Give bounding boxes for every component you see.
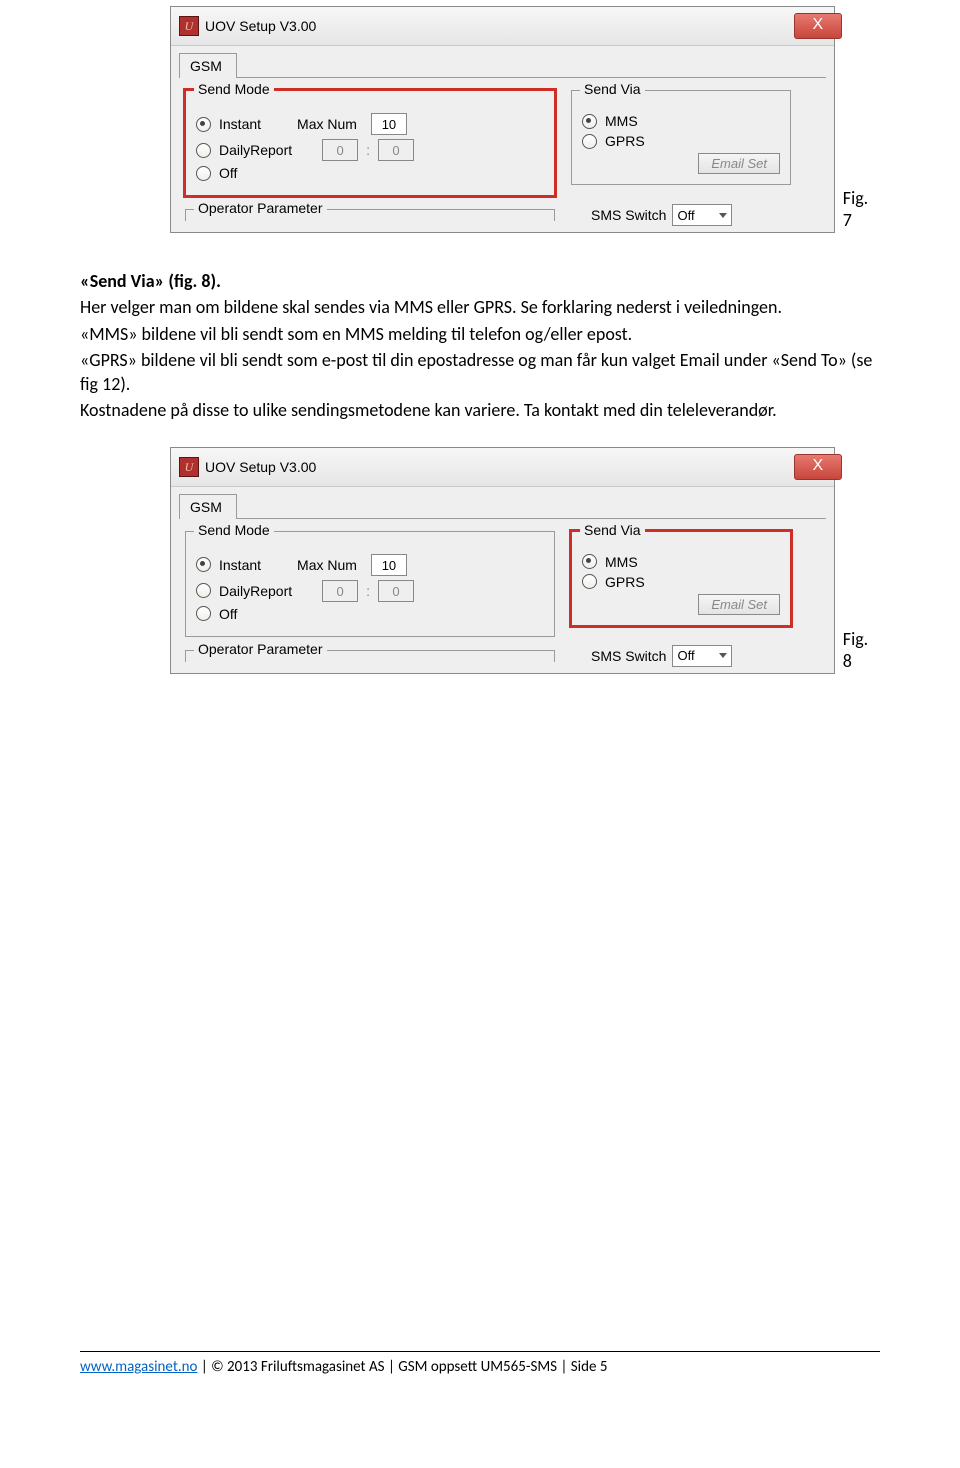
close-button[interactable]: X bbox=[794, 454, 842, 480]
radio-instant-label: Instant bbox=[219, 557, 261, 573]
figure-caption: Fig. 7 bbox=[843, 187, 880, 233]
group-title: Operator Parameter bbox=[194, 641, 327, 657]
footer-rule bbox=[80, 1351, 880, 1352]
section-heading: «Send Via» (fig. 8). bbox=[80, 270, 221, 292]
paragraph: Kostnadene på disse to ulike sendingsmet… bbox=[80, 398, 880, 422]
radio-gprs-label: GPRS bbox=[605, 574, 645, 590]
group-operator-parameter: Operator Parameter bbox=[185, 209, 555, 221]
close-button[interactable]: X bbox=[794, 13, 842, 39]
footer-link[interactable]: www.magasinet.no bbox=[80, 1358, 197, 1376]
daily-hour-input[interactable]: 0 bbox=[322, 139, 358, 161]
group-title: Operator Parameter bbox=[194, 200, 327, 216]
sms-switch-select[interactable]: Off bbox=[672, 204, 732, 226]
maxnum-label: Max Num bbox=[297, 557, 357, 573]
daily-min-input[interactable]: 0 bbox=[378, 580, 414, 602]
daily-hour-input[interactable]: 0 bbox=[322, 580, 358, 602]
window-title: UOV Setup V3.00 bbox=[205, 18, 316, 34]
radio-mms-label: MMS bbox=[605, 113, 638, 129]
window-title: UOV Setup V3.00 bbox=[205, 459, 316, 475]
body-text: «Send Via» (fig. 8). Her velger man om b… bbox=[80, 269, 880, 423]
uov-dialog: U UOV Setup V3.00 X GSM Send Mode Instan… bbox=[170, 6, 835, 233]
figure-8: U UOV Setup V3.00 X GSM Send Mode Instan… bbox=[170, 447, 880, 674]
footer-sep: | bbox=[388, 1358, 395, 1376]
radio-dailyreport-label: DailyReport bbox=[219, 142, 292, 158]
chevron-down-icon bbox=[719, 653, 727, 658]
footer-doc: GSM oppsett UM565-SMS bbox=[398, 1358, 560, 1376]
maxnum-input[interactable]: 10 bbox=[371, 554, 407, 576]
group-send-via: Send Via MMS GPRS Email Set bbox=[571, 531, 791, 626]
group-title: Send Via bbox=[580, 81, 645, 97]
paragraph: Her velger man om bildene skal sendes vi… bbox=[80, 295, 880, 319]
radio-dailyreport-label: DailyReport bbox=[219, 583, 292, 599]
group-title: Send Via bbox=[580, 522, 645, 538]
tab-gsm[interactable]: GSM bbox=[179, 53, 237, 78]
radio-mms[interactable] bbox=[582, 114, 597, 129]
radio-mms-label: MMS bbox=[605, 554, 638, 570]
daily-min-input[interactable]: 0 bbox=[378, 139, 414, 161]
email-set-button[interactable]: Email Set bbox=[698, 594, 780, 615]
sms-switch-value: Off bbox=[677, 208, 694, 223]
page-footer: www.magasinet.no | © 2013 Friluftsmagasi… bbox=[80, 1351, 880, 1376]
group-operator-parameter: Operator Parameter bbox=[185, 650, 555, 662]
radio-instant-label: Instant bbox=[219, 116, 261, 132]
titlebar: U UOV Setup V3.00 X bbox=[171, 448, 834, 487]
paragraph: «GPRS» bildene vil bli sendt som e-post … bbox=[80, 348, 880, 397]
radio-gprs[interactable] bbox=[582, 134, 597, 149]
tab-gsm[interactable]: GSM bbox=[179, 494, 237, 519]
radio-instant[interactable] bbox=[196, 117, 211, 132]
radio-gprs[interactable] bbox=[582, 574, 597, 589]
radio-dailyreport[interactable] bbox=[196, 143, 211, 158]
footer-sep: | bbox=[560, 1358, 567, 1376]
maxnum-label: Max Num bbox=[297, 116, 357, 132]
maxnum-input[interactable]: 10 bbox=[371, 113, 407, 135]
radio-off[interactable] bbox=[196, 606, 211, 621]
footer-page: Side 5 bbox=[571, 1358, 608, 1376]
radio-off-label: Off bbox=[219, 165, 237, 181]
radio-off[interactable] bbox=[196, 166, 211, 181]
group-title: Send Mode bbox=[194, 81, 274, 97]
footer-copyright: © 2013 Friluftsmagasinet AS bbox=[211, 1358, 388, 1376]
sms-switch-label: SMS Switch bbox=[591, 648, 666, 664]
paragraph: «MMS» bildene vil bli sendt som en MMS m… bbox=[80, 322, 880, 346]
figure-caption: Fig. 8 bbox=[843, 628, 880, 674]
uov-dialog: U UOV Setup V3.00 X GSM Send Mode Instan… bbox=[170, 447, 835, 674]
radio-instant[interactable] bbox=[196, 557, 211, 572]
app-icon: U bbox=[179, 457, 199, 477]
group-send-mode: Send Mode Instant Max Num 10 DailyReport bbox=[185, 90, 555, 196]
group-send-mode: Send Mode Instant Max Num 10 DailyReport bbox=[185, 531, 555, 637]
radio-off-label: Off bbox=[219, 606, 237, 622]
sms-switch-select[interactable]: Off bbox=[672, 645, 732, 667]
radio-gprs-label: GPRS bbox=[605, 133, 645, 149]
sms-switch-label: SMS Switch bbox=[591, 207, 666, 223]
radio-dailyreport[interactable] bbox=[196, 583, 211, 598]
app-icon: U bbox=[179, 16, 199, 36]
group-title: Send Mode bbox=[194, 522, 274, 538]
group-send-via: Send Via MMS GPRS Email Set bbox=[571, 90, 791, 185]
radio-mms[interactable] bbox=[582, 554, 597, 569]
sms-switch-value: Off bbox=[677, 648, 694, 663]
email-set-button[interactable]: Email Set bbox=[698, 153, 780, 174]
chevron-down-icon bbox=[719, 213, 727, 218]
figure-7: U UOV Setup V3.00 X GSM Send Mode Instan… bbox=[170, 6, 880, 233]
footer-sep: | bbox=[197, 1358, 207, 1376]
titlebar: U UOV Setup V3.00 X bbox=[171, 7, 834, 46]
